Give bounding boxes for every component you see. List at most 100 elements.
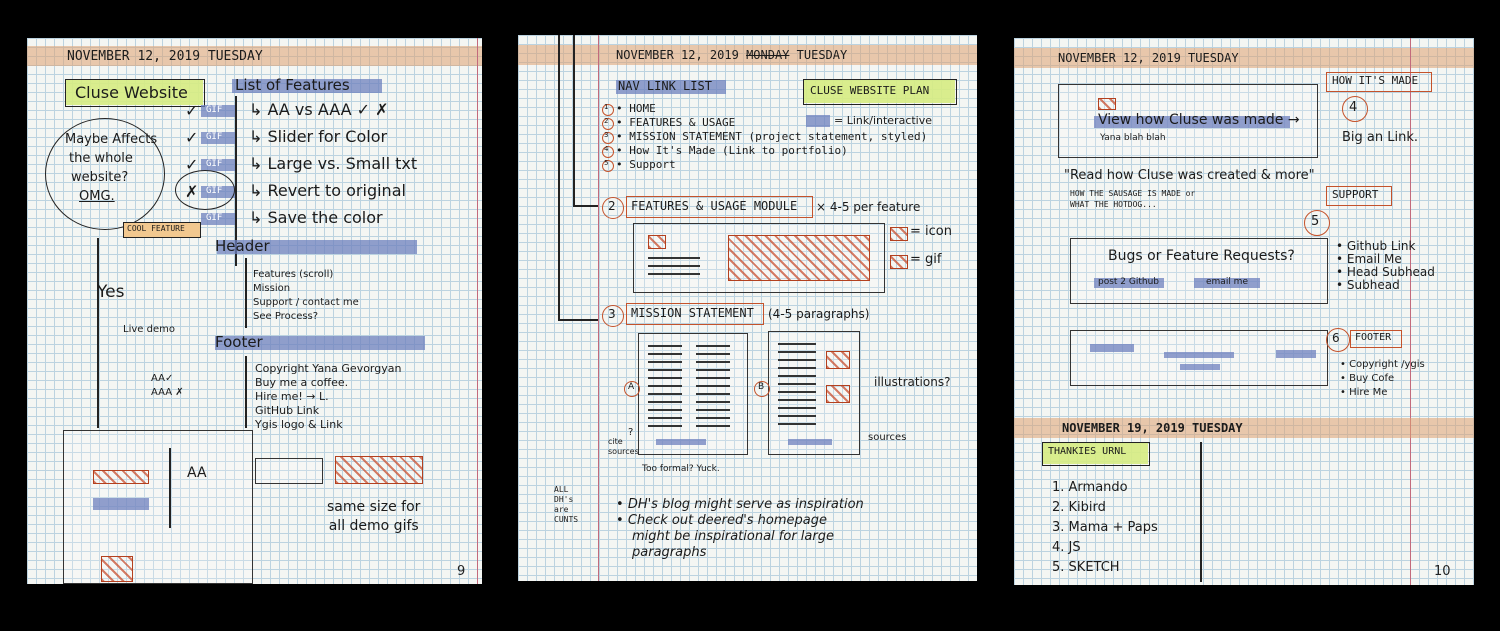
too-formal-note: Too formal? Yuck. (642, 463, 720, 475)
wire-icon (648, 235, 666, 249)
feature-label: Revert to original (267, 181, 406, 200)
header-item: Support / contact me (253, 297, 359, 308)
date-main: NOVEMBER 12, 2019 (616, 48, 739, 62)
footer-item: Hire me! → L. (255, 390, 329, 403)
nav-number: 4 (604, 145, 609, 153)
nav-item-text: • MISSION STATEMENT (project statement, … (616, 130, 928, 143)
aa-note: AA✓ (151, 373, 174, 384)
aa-notes: AA✓ AAA ✗ (151, 372, 184, 400)
footer-wireframe (1070, 330, 1328, 386)
page-date: NOVEMBER 12, 2019 MONDAY TUESDAY (616, 48, 847, 62)
module-label: FEATURES & USAGE MODULE (631, 199, 798, 213)
nav-number: 5 (604, 159, 609, 167)
cite-line: sources (608, 447, 639, 456)
note-line: • Check out deered's homepage (616, 513, 828, 528)
sources-note: sources (868, 432, 907, 443)
support-item: • Subhead (1336, 278, 1400, 292)
footer-item: • Hire Me (1340, 387, 1388, 398)
footer-item: • Copyright /ygis (1340, 359, 1425, 370)
icon-legend-swatch (890, 227, 908, 241)
inspiration-notes: • DH's blog might serve as inspiration •… (616, 497, 864, 561)
option-a-column-2 (696, 345, 730, 433)
side-note-line: ALL (554, 485, 569, 494)
note-line: might be inspirational for large (632, 529, 834, 544)
wire-divider (169, 448, 171, 528)
note-line: paragraphs (632, 545, 707, 560)
post-github-link[interactable]: post 2 Github (1098, 277, 1159, 287)
footer-item: • Buy Cofe (1340, 373, 1395, 384)
notebook-page-10: NOVEMBER 12, 2019 TUESDAY HOW IT'S MADE … (1014, 38, 1474, 585)
nav-item-text: • HOME (616, 102, 656, 115)
footer-wire-link (1276, 350, 1316, 358)
flow-arrow-line (97, 238, 99, 428)
features-heading: List of Features (235, 76, 350, 94)
feature-label: Large vs. Small txt (267, 154, 418, 173)
email-me-link[interactable]: email me (1206, 277, 1248, 287)
bubble-line: website? (71, 170, 129, 185)
thankies-divider (1200, 442, 1202, 582)
option-b-label: B (758, 382, 765, 392)
header-item: Mission (253, 283, 291, 294)
note-text: DH's blog might serve as inspiration (627, 497, 864, 512)
feature-text: ↳ Slider for Color (249, 127, 388, 146)
support-item-text: Head Subhead (1346, 265, 1435, 279)
nav-number: 3 (604, 131, 609, 139)
nav-item-label: How It's Made (Link to portfolio) (629, 144, 848, 157)
footer-wire-link (1164, 352, 1234, 358)
footer-item: GitHub Link (255, 404, 320, 417)
wire-link-placeholder (93, 498, 149, 510)
thanks-item: 5. SKETCH (1052, 560, 1120, 575)
footer-items: Copyright Yana Gevorgyan Buy me a coffee… (255, 362, 401, 432)
notebook-page-plan: NOVEMBER 12, 2019 MONDAY TUESDAY NAV LIN… (518, 35, 977, 581)
note-text: Check out deered's homepage (627, 513, 828, 528)
same-size-line: all demo gifs (328, 518, 419, 534)
side-note-line: CUNTS (554, 515, 579, 524)
page-date-2: NOVEMBER 19, 2019 TUESDAY (1062, 421, 1243, 435)
footer-item: Buy me a coffee. (255, 376, 349, 389)
footer-item: Ygis logo & Link (255, 418, 343, 431)
feature-label: AA vs AAA ✓ ✗ (267, 100, 389, 119)
tree-trunk (558, 35, 560, 320)
footer-item-text: Hire Me (1349, 387, 1388, 398)
support-number: 5 (1311, 214, 1320, 229)
demo-slider-sketch (255, 458, 323, 484)
footer-item-text: Buy Cofe (1349, 373, 1395, 384)
page-number: 10 (1434, 564, 1451, 579)
module-number: 2 (608, 199, 616, 213)
big-link-note: Big an Link. (1342, 130, 1419, 145)
same-size-line: same size for (327, 499, 421, 515)
feature-text: ↳ Save the color (249, 208, 383, 227)
thanks-item: 4. JS (1052, 540, 1081, 555)
gif-tag: GIF (206, 132, 223, 142)
gif-tag: GIF (206, 105, 223, 115)
margin-line (477, 38, 478, 584)
how-made-label: HOW IT'S MADE (1332, 74, 1419, 87)
view-link[interactable]: View how Cluse was made → (1098, 112, 1300, 128)
side-note: ALL DH's are CUNTS (554, 485, 578, 525)
bubble-line: Maybe Affects (65, 132, 158, 147)
feature-check: ✓ (185, 128, 199, 147)
option-b-sources (788, 439, 832, 445)
option-b-text (778, 343, 816, 427)
feature-text: ↳ Large vs. Small txt (249, 154, 418, 173)
nav-item-label: HOME (629, 102, 656, 115)
footer-heading: Footer (215, 333, 263, 351)
thanks-item: 2. Kibird (1052, 500, 1106, 515)
plan-label: CLUSE WEBSITE PLAN (810, 84, 930, 97)
footer-number: 6 (1332, 331, 1340, 345)
yana-blah: Yana blah blah (1100, 133, 1166, 143)
gif-legend-swatch (890, 255, 908, 269)
nav-heading: NAV LINK LIST (618, 79, 712, 93)
feature-check: ✓ (185, 101, 199, 120)
feature-label: Slider for Color (267, 127, 388, 146)
option-a-column-1 (648, 345, 682, 433)
support-items: • Github Link • Email Me • Head Subhead … (1336, 240, 1435, 292)
sausage-line: WHAT THE HOTDOG... (1070, 200, 1157, 209)
thanks-list: 1. Armando 2. Kibird 3. Mama + Paps 4. J… (1052, 478, 1158, 578)
icon-legend: = icon (910, 224, 952, 239)
thanks-item: 1. Armando (1052, 480, 1128, 495)
wire-footer-gif (101, 556, 133, 582)
cite-sources-note: cite sources (608, 437, 639, 457)
header-heading: Header (215, 237, 270, 255)
footer-wire-link (1090, 344, 1134, 352)
